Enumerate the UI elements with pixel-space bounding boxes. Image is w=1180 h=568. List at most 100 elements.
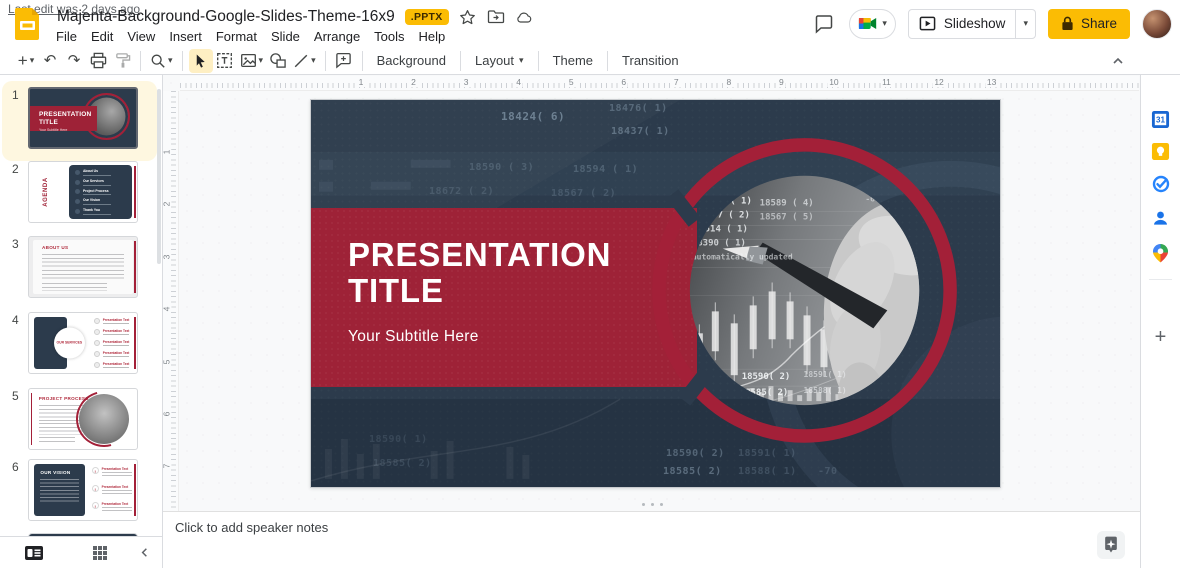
slide-number: 4 [12, 313, 19, 327]
menu-item-edit[interactable]: Edit [84, 27, 120, 46]
slide[interactable]: 18424( 6)18476( 1)18437( 1)18590 ( 3)185… [311, 100, 1000, 487]
svg-text:18594 ( 1): 18594 ( 1) [698, 197, 752, 207]
menu-item-view[interactable]: View [120, 27, 162, 46]
menu-item-format[interactable]: Format [209, 27, 264, 46]
explore-button[interactable] [1097, 531, 1125, 559]
slide-number: 5 [12, 389, 19, 403]
transition-button[interactable]: Transition [614, 49, 687, 73]
ruler-number: 3 [462, 77, 471, 87]
menu-item-arrange[interactable]: Arrange [307, 27, 367, 46]
svg-text:18514 ( 1): 18514 ( 1) [694, 225, 748, 235]
zoom-button[interactable]: ▾ [147, 49, 176, 73]
background-button[interactable]: Background [369, 49, 454, 73]
slide-number: 1 [12, 88, 19, 102]
circle-photo-group: 18594 ( 1)18589 ( 4)18567 ( 2)18567 ( 5)… [311, 100, 1000, 488]
menu-item-file[interactable]: File [49, 27, 84, 46]
redo-button[interactable]: ↷ [62, 49, 86, 73]
ruler-number: 13 [985, 77, 998, 87]
slide-number: 2 [12, 162, 19, 176]
svg-text:18588( 1): 18588( 1) [804, 386, 847, 395]
svg-text:-60 -0.3%: -60 -0.3% [865, 195, 908, 204]
layout-button[interactable]: Layout▾ [467, 49, 532, 73]
tasks-icon[interactable] [1151, 174, 1171, 194]
cloud-status-icon[interactable] [515, 8, 533, 26]
toolbar-collapse-icon[interactable] [1106, 49, 1130, 73]
svg-text:18591( 1): 18591( 1) [804, 370, 847, 379]
slide-thumbnail-3[interactable]: ABOUT US [28, 236, 138, 298]
star-icon[interactable] [459, 8, 477, 26]
svg-text:automatically updated: automatically updated [692, 252, 793, 262]
ruler-number: 5 [567, 77, 576, 87]
comment-history-icon[interactable] [811, 11, 837, 37]
menu-bar: FileEditViewInsertFormatSlideArrangeTool… [49, 27, 452, 46]
slideshow-caret[interactable]: ▾ [1015, 9, 1035, 39]
slide-row-4: 4 OUR SERVICESPresentation TextPresentati… [0, 312, 163, 382]
panel-collapse-icon[interactable] [138, 546, 151, 559]
keep-icon[interactable] [1151, 141, 1171, 161]
ruler-number: 2 [409, 77, 418, 87]
svg-text:18585( 2): 18585( 2) [740, 388, 789, 398]
ruler-number: 12 [932, 77, 945, 87]
svg-text:18590( 2): 18590( 2) [742, 372, 791, 382]
slideshow-play-icon [919, 15, 936, 32]
side-panel: 31 + [1140, 47, 1180, 568]
avatar[interactable] [1142, 9, 1172, 39]
calendar-icon[interactable]: 31 [1151, 109, 1171, 129]
menu-item-slide[interactable]: Slide [264, 27, 307, 46]
meet-button[interactable]: ▾ [849, 9, 896, 39]
select-cursor-button[interactable] [189, 49, 213, 73]
notes-resize-handle[interactable] [642, 503, 663, 506]
vertical-ruler: 1234567 [163, 91, 179, 511]
svg-text:18567 ( 2): 18567 ( 2) [696, 211, 750, 221]
meet-caret-icon: ▾ [882, 19, 887, 28]
paint-format-button[interactable] [110, 49, 134, 73]
menu-item-tools[interactable]: Tools [367, 27, 411, 46]
lock-icon [1061, 16, 1074, 31]
slide-thumbnail-5[interactable]: PROJECT PROCESS [28, 388, 138, 450]
slide-row-1: 1 PRESENTATION TITLEYour Subtitle Here [0, 87, 163, 157]
speaker-notes[interactable]: Click to add speaker notes [163, 512, 1140, 568]
maps-icon[interactable] [1151, 243, 1171, 263]
grid-view-icon[interactable] [92, 545, 108, 561]
filmstrip-view-icon[interactable] [24, 545, 44, 561]
contacts-icon[interactable] [1151, 208, 1171, 228]
meet-icon [858, 15, 878, 32]
text-box-button[interactable] [213, 49, 237, 73]
menu-item-insert[interactable]: Insert [162, 27, 209, 46]
new-slide-button[interactable]: +▾ [14, 49, 38, 73]
toolbar: +▾ ↶ ↷ ▾ ▾ ▾ Background Layout▾ Theme Tr… [0, 47, 1180, 75]
slide-canvas[interactable]: 18424( 6)18476( 1)18437( 1)18590 ( 3)185… [310, 99, 1001, 488]
slideshow-button[interactable]: Slideshow ▾ [908, 9, 1036, 39]
slide-thumbnail-1[interactable]: PRESENTATION TITLEYour Subtitle Here [28, 87, 138, 149]
document-title[interactable]: Majenta-Background-Google-Slides-Theme-1… [57, 8, 395, 26]
slide-row-5: 5 PROJECT PROCESS [0, 388, 163, 458]
theme-button[interactable]: Theme [545, 49, 601, 73]
undo-button[interactable]: ↶ [38, 49, 62, 73]
svg-text:31: 31 [1156, 115, 1165, 124]
share-button[interactable]: Share [1048, 9, 1130, 39]
ruler-number: 1 [357, 77, 366, 87]
speaker-notes-placeholder[interactable]: Click to add speaker notes [175, 520, 328, 535]
insert-shape-button[interactable] [266, 49, 290, 73]
slide-row-3: 3 ABOUT US [0, 236, 163, 306]
ruler-number: 8 [724, 77, 733, 87]
svg-text:18390 ( 1): 18390 ( 1) [692, 239, 746, 249]
move-folder-icon[interactable] [487, 8, 505, 26]
filmstrip-panel[interactable]: 1 PRESENTATION TITLEYour Subtitle Here 2 AG… [0, 75, 163, 536]
get-addons-button[interactable]: + [1155, 326, 1167, 349]
slides-logo-icon[interactable] [14, 7, 41, 41]
insert-image-button[interactable]: ▾ [237, 49, 267, 73]
svg-text:18589 ( 4): 18589 ( 4) [760, 199, 814, 209]
ruler-number: 9 [777, 77, 786, 87]
slide-thumbnail-6[interactable]: OUR VISION!Presentation Text!Presentatio… [28, 459, 138, 521]
slide-thumbnail-2[interactable]: AGENDAAbout UsOur ServicesProject Proces… [28, 161, 138, 223]
ruler-number: 4 [514, 77, 523, 87]
menu-item-help[interactable]: Help [412, 27, 453, 46]
insert-comment-button[interactable] [332, 49, 356, 73]
filmstrip-bottom-bar [0, 536, 163, 568]
print-button[interactable] [86, 49, 110, 73]
ruler-number: 7 [672, 77, 681, 87]
slide-number: 3 [12, 237, 19, 251]
slide-thumbnail-4[interactable]: OUR SERVICESPresentation TextPresentatio… [28, 312, 138, 374]
insert-line-button[interactable]: ▾ [290, 49, 319, 73]
